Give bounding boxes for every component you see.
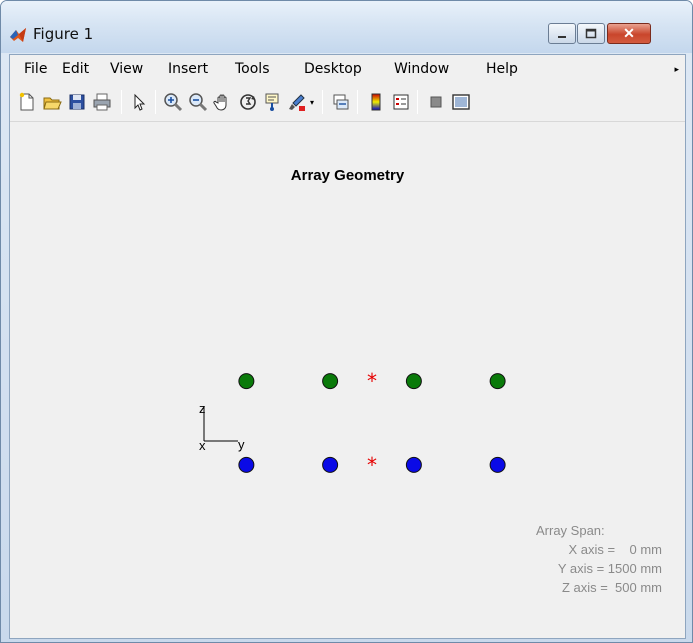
array-elements: **: [238, 369, 506, 477]
z-axis-label: z: [199, 401, 206, 416]
menu-desktop[interactable]: Desktop: [304, 61, 362, 77]
toolbar-separator: [357, 90, 358, 114]
show-plot-tools-icon[interactable]: [450, 91, 472, 113]
close-icon: ✕: [623, 25, 635, 41]
colorbar-icon[interactable]: [365, 91, 387, 113]
array-element-marker: [405, 456, 422, 473]
span-x-axis: X axis = 0 mm: [568, 542, 662, 557]
zoom-in-icon[interactable]: [162, 91, 184, 113]
maximize-icon: [585, 28, 597, 39]
edit-plot-arrow-icon[interactable]: [128, 91, 150, 113]
span-y-axis: Y axis = 1500 mm: [557, 561, 662, 576]
array-span-info: Array Span: X axis = 0 mm Y axis = 1500 …: [510, 521, 670, 597]
phase-center-marker: *: [367, 369, 377, 393]
menu-file[interactable]: File: [24, 61, 47, 77]
zoom-out-icon[interactable]: [187, 91, 209, 113]
figure-toolbar: ▾: [10, 82, 685, 122]
array-element-marker: [489, 373, 506, 390]
y-axis-label: y: [238, 437, 245, 452]
brush-icon[interactable]: [287, 91, 309, 113]
menu-view[interactable]: View: [110, 61, 143, 77]
legend-icon[interactable]: [390, 91, 412, 113]
menu-insert[interactable]: Insert: [168, 61, 208, 77]
toolbar-separator: [322, 90, 323, 114]
open-file-icon[interactable]: [41, 91, 63, 113]
hide-plot-tools-icon[interactable]: [425, 91, 447, 113]
menu-tools[interactable]: Tools: [235, 61, 270, 77]
close-button[interactable]: ✕: [607, 23, 651, 44]
span-z-axis: Z axis = 500 mm: [561, 580, 662, 595]
x-axis-label: x: [199, 438, 206, 453]
array-element-marker: [489, 456, 506, 473]
matlab-logo-icon: [10, 28, 26, 42]
figure-window: Figure 1 ✕ File Edit View Insert Tools D…: [0, 0, 693, 643]
phase-center-marker: *: [367, 453, 377, 477]
print-icon[interactable]: [91, 91, 113, 113]
menu-window[interactable]: Window: [394, 61, 449, 77]
toolbar-separator: [121, 90, 122, 114]
new-figure-icon[interactable]: [16, 91, 38, 113]
menu-help[interactable]: Help: [486, 61, 518, 77]
brush-dropdown-icon[interactable]: ▾: [310, 98, 314, 107]
toolbar-separator: [155, 90, 156, 114]
figure-canvas[interactable]: Array Geometry z x y * * Array Span: X ax…: [10, 123, 685, 638]
array-element-marker: [322, 456, 339, 473]
rotate-3d-icon[interactable]: [237, 91, 259, 113]
minimize-button[interactable]: [548, 23, 576, 44]
menu-edit[interactable]: Edit: [62, 61, 89, 77]
toolbar-separator: [417, 90, 418, 114]
figure-client-area: File Edit View Insert Tools Desktop Wind…: [9, 54, 686, 639]
minimize-icon: [558, 35, 566, 38]
menu-overflow-icon[interactable]: ▸: [674, 64, 679, 75]
data-cursor-icon[interactable]: [262, 91, 284, 113]
link-plot-icon[interactable]: [330, 91, 352, 113]
save-icon[interactable]: [66, 91, 88, 113]
menu-bar: File Edit View Insert Tools Desktop Wind…: [10, 55, 685, 82]
title-bar[interactable]: Figure 1 ✕: [1, 1, 692, 53]
maximize-button[interactable]: [577, 23, 605, 44]
pan-hand-icon[interactable]: [212, 91, 234, 113]
span-title: Array Span:: [536, 523, 605, 538]
array-element-marker: [238, 373, 255, 390]
axes-orientation-indicator: z x y: [199, 401, 245, 453]
array-element-marker: [322, 373, 339, 390]
array-element-marker: [405, 373, 422, 390]
array-element-marker: [238, 456, 255, 473]
window-title: Figure 1: [33, 25, 94, 43]
